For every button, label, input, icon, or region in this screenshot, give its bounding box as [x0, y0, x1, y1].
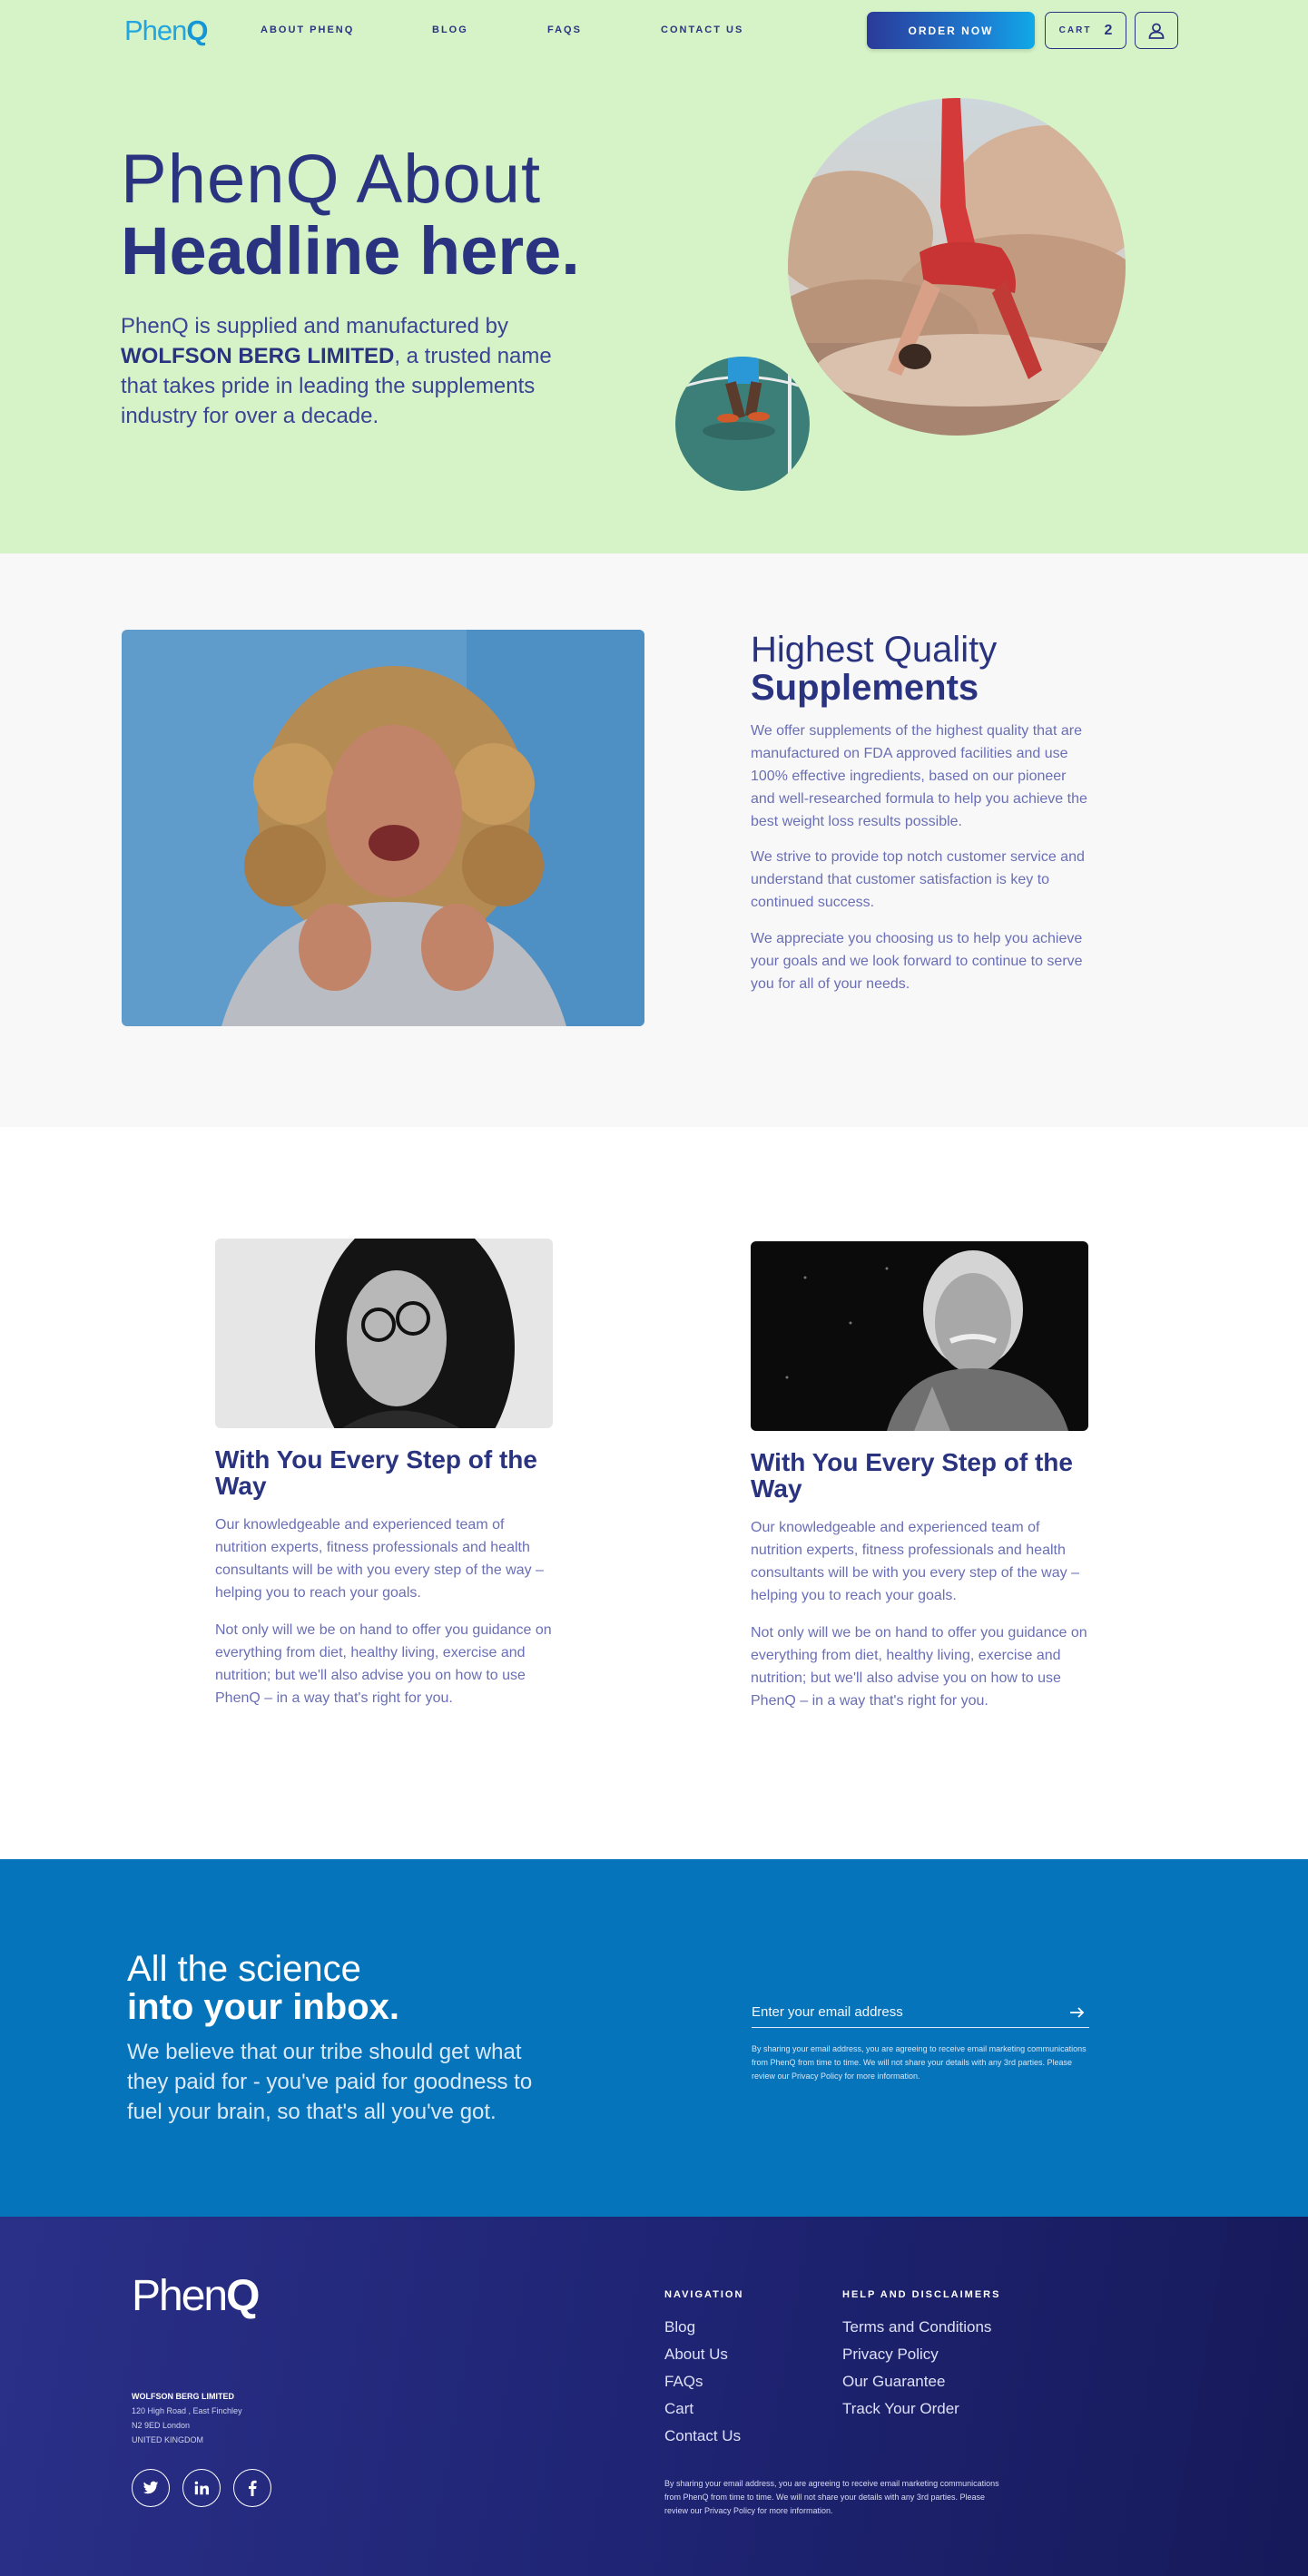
twitter-icon — [143, 2481, 159, 2494]
footer-logo[interactable]: PhenQ — [132, 2271, 260, 2321]
company-address: WOLFSON BERG LIMITED 120 High Road , Eas… — [132, 2389, 242, 2447]
phenq-logo[interactable]: PhenQ — [124, 15, 209, 47]
support-section: With You Every Step of the Way Our knowl… — [0, 1127, 1308, 1859]
quality-section: Highest Quality Supplements We offer sup… — [0, 553, 1308, 1127]
nav-blog[interactable]: BLOG — [432, 24, 468, 35]
address-line: UNITED KINGDOM — [132, 2435, 204, 2444]
newsletter-disclaimer: By sharing your email address, you are a… — [752, 2044, 1087, 2081]
linkedin-icon — [194, 2481, 209, 2495]
newsletter-form — [752, 1997, 1089, 2028]
newsletter-description: We believe that our tribe should get wha… — [127, 2040, 533, 2124]
quality-paragraph: We strive to provide top notch customer … — [751, 849, 1085, 910]
cart-button[interactable]: CART 2 — [1045, 12, 1126, 49]
support-card-title: With You Every Step of the Way — [215, 1445, 537, 1500]
site-footer: PhenQ WOLFSON BERG LIMITED 120 High Road… — [0, 2217, 1308, 2576]
support-card-paragraph: Our knowledgeable and experienced team o… — [751, 1520, 1079, 1603]
support-card-paragraph: Our knowledgeable and experienced team o… — [215, 1517, 544, 1601]
address-company: WOLFSON BERG LIMITED — [132, 2392, 234, 2401]
linkedin-button[interactable] — [182, 2469, 221, 2507]
footer-link-terms[interactable]: Terms and Conditions — [842, 2318, 991, 2336]
user-icon — [1148, 23, 1165, 39]
footer-link-about[interactable]: About Us — [664, 2346, 728, 2364]
address-line: N2 9ED London — [132, 2421, 191, 2430]
cart-count: 2 — [1104, 22, 1113, 38]
facebook-button[interactable] — [233, 2469, 271, 2507]
twitter-button[interactable] — [132, 2469, 170, 2507]
address-line: 120 High Road , East Finchley — [132, 2406, 242, 2415]
quality-title: Highest Quality Supplements — [751, 630, 998, 708]
footer-link-track-order[interactable]: Track Your Order — [842, 2400, 959, 2418]
woman-glasses-photo — [215, 1239, 553, 1428]
footer-disclaimer: By sharing your email address, you are a… — [664, 2479, 999, 2515]
facebook-icon — [249, 2480, 257, 2496]
quality-paragraph: We appreciate you choosing us to help yo… — [751, 931, 1083, 992]
footer-link-cart[interactable]: Cart — [664, 2400, 693, 2418]
court-photo — [675, 357, 810, 491]
site-header: PhenQ ABOUT PHENQ BLOG FAQS CONTACT US O… — [0, 0, 1308, 60]
footer-link-contact[interactable]: Contact Us — [664, 2427, 741, 2445]
support-card: With You Every Step of the Way Our knowl… — [215, 1239, 553, 1709]
account-button[interactable] — [1135, 12, 1178, 49]
hero-description: PhenQ is supplied and manufactured by WO… — [121, 314, 552, 428]
quality-paragraph: We offer supplements of the highest qual… — [751, 723, 1087, 829]
support-card-paragraph: Not only will we be on hand to offer you… — [215, 1622, 552, 1706]
cart-label: CART — [1058, 25, 1092, 35]
footer-nav-heading: NAVIGATION — [664, 2289, 744, 2300]
nav-faqs[interactable]: FAQS — [547, 24, 582, 35]
company-name: WOLFSON BERG LIMITED — [121, 344, 395, 368]
hero-title: PhenQ About Headline here. — [121, 141, 580, 289]
footer-link-faqs[interactable]: FAQs — [664, 2373, 703, 2391]
elderly-man-photo — [751, 1241, 1088, 1431]
email-input[interactable] — [752, 2004, 1042, 2020]
support-card-title: With You Every Step of the Way — [751, 1448, 1073, 1503]
newsletter-section: All the science into your inbox. We beli… — [0, 1859, 1308, 2217]
footer-help-heading: HELP AND DISCLAIMERS — [842, 2289, 1001, 2300]
nav-contact-us[interactable]: CONTACT US — [661, 24, 743, 35]
footer-link-blog[interactable]: Blog — [664, 2318, 695, 2336]
hero-section: PhenQ ABOUT PHENQ BLOG FAQS CONTACT US O… — [0, 0, 1308, 553]
yoga-photo — [788, 98, 1126, 436]
order-now-button[interactable]: ORDER NOW — [867, 12, 1035, 49]
nav-about-phenq[interactable]: ABOUT PHENQ — [261, 24, 354, 35]
support-card: With You Every Step of the Way Our knowl… — [751, 1241, 1088, 1712]
footer-link-guarantee[interactable]: Our Guarantee — [842, 2373, 945, 2391]
support-card-paragraph: Not only will we be on hand to offer you… — [751, 1625, 1087, 1709]
footer-link-privacy[interactable]: Privacy Policy — [842, 2346, 939, 2364]
laughing-woman-photo — [122, 630, 644, 1026]
arrow-right-icon[interactable] — [1069, 2006, 1086, 2019]
newsletter-title: All the science into your inbox. — [127, 1949, 399, 2027]
